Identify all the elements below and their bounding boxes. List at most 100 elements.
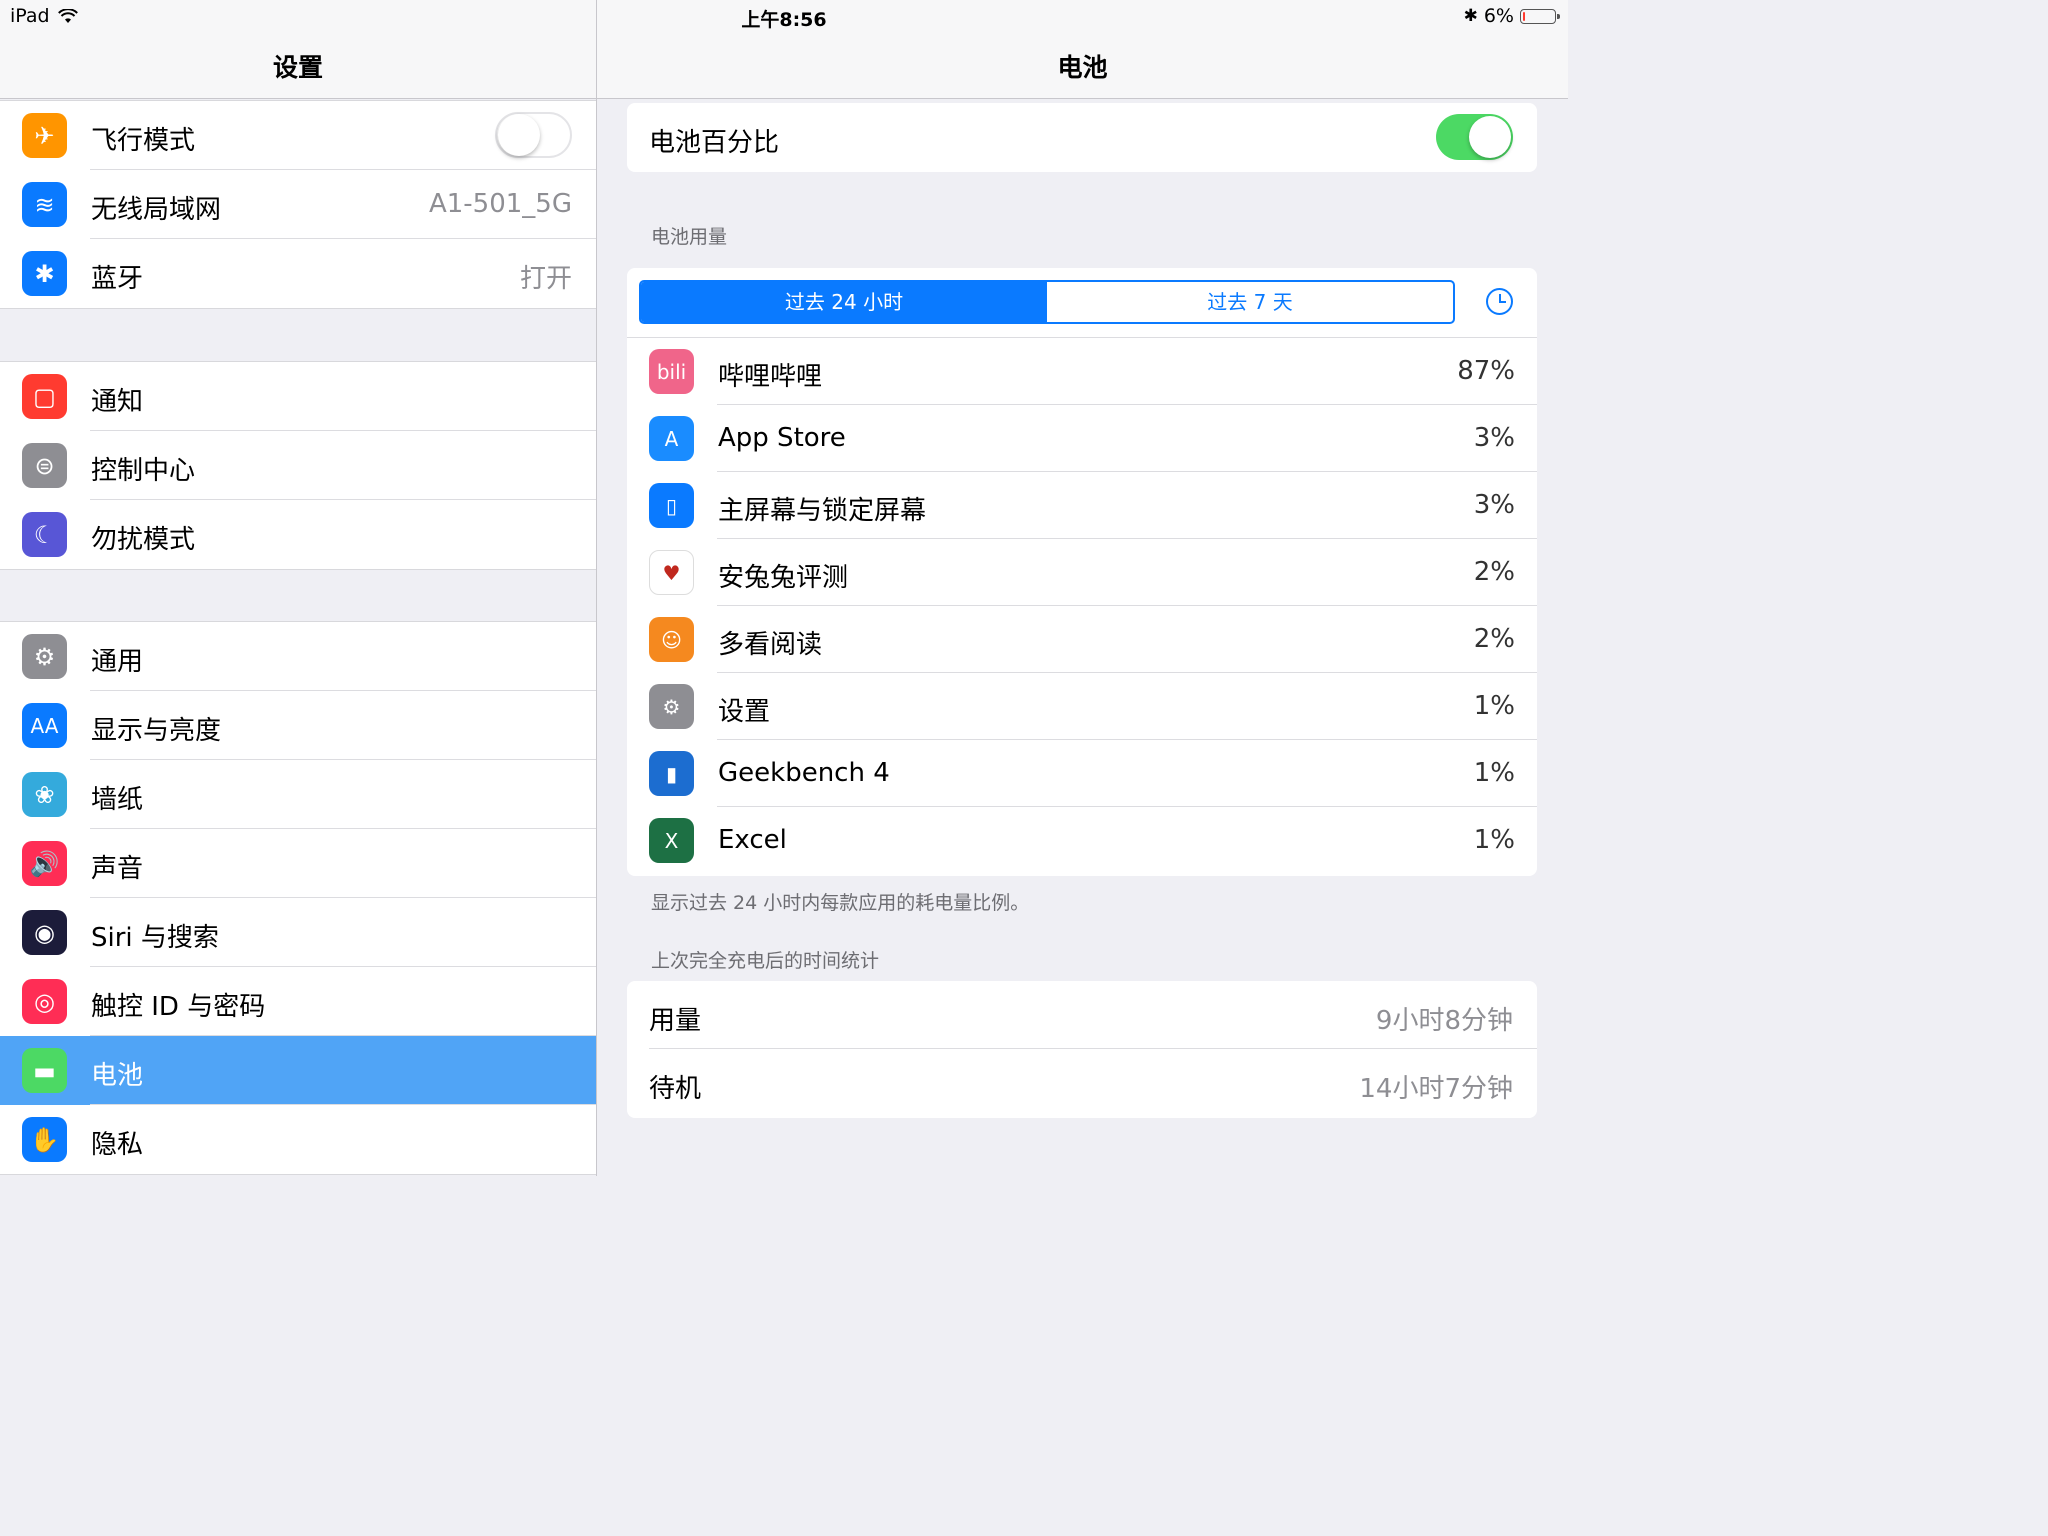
settings-row-fingerprint[interactable]: ◎ 触控 ID 与密码 [0,967,596,1036]
settings-row-label: 无线局域网 [91,195,222,225]
app-name: 主屏幕与锁定屏幕 [718,496,927,526]
settings-row-label: Siri 与搜索 [91,923,219,953]
since-charge-card: 用量 9小时8分钟待机 14小时7分钟 [627,981,1537,1118]
segment-last-7-days[interactable]: 过去 7 天 [1047,282,1453,322]
settings-row-label: 蓝牙 [91,264,144,294]
app-usage-row[interactable]: A App Store 3% [627,405,1537,472]
airplane-mode-toggle[interactable] [495,112,572,158]
notification-icon: ▢ [22,374,67,419]
app-usage-percent: 1% [1473,825,1515,855]
since-charge-row: 用量 9小时8分钟 [627,981,1537,1049]
usage-section-header: 电池用量 [651,226,728,248]
sound-icon: 🔊 [22,841,67,886]
battery-icon: ▬ [22,1048,67,1093]
since-charge-row: 待机 14小时7分钟 [627,1049,1537,1117]
app-usage-percent: 3% [1473,490,1515,520]
app-usage-percent: 3% [1473,423,1515,453]
battery-percentage-toggle[interactable] [1436,114,1513,160]
app-usage-row[interactable]: ♥ 安兔兔评测 2% [627,539,1537,606]
app-usage-row[interactable]: ☺ 多看阅读 2% [627,606,1537,673]
settings-row-wifi[interactable]: ≋ 无线局域网 A1-501_5G [0,170,596,239]
segment-last-24-hours[interactable]: 过去 24 小时 [641,282,1047,322]
bluetooth-status-icon: ✱ [1463,6,1478,26]
app-name: 哔哩哔哩 [718,362,823,392]
privacy-hand-icon: ✋ [22,1117,67,1162]
app-usage-row[interactable]: X Excel 1% [627,807,1537,874]
settings-row-display[interactable]: AA 显示与亮度 [0,691,596,760]
since-charge-stats: 用量 9小时8分钟待机 14小时7分钟 [627,981,1537,1117]
stat-label: 待机 [649,1074,702,1104]
settings-row-label: 控制中心 [91,456,196,486]
app-name: 安兔兔评测 [718,563,849,593]
status-time: 上午8:56 [741,9,827,31]
fingerprint-icon: ◎ [22,979,67,1024]
settings-icon: ⚙ [649,684,694,729]
settings-row-airplane[interactable]: ✈ 飞行模式 [0,101,596,170]
geekbench-icon: ▮ [649,751,694,796]
wifi-icon: ≋ [22,182,67,227]
settings-row-control-center[interactable]: ⊜ 控制中心 [0,431,596,500]
app-usage-row[interactable]: ▮ Geekbench 4 1% [627,740,1537,807]
settings-row-battery[interactable]: ▬ 电池 [0,1036,596,1105]
stat-label: 用量 [649,1006,702,1036]
settings-row-label: 电池 [91,1061,144,1091]
settings-group-notifications: ▢ 通知 ⊜ 控制中心 ☾ 勿扰模式 [0,361,596,570]
wallpaper-icon: ❀ [22,772,67,817]
home-lock-screen-icon: ▯ [649,483,694,528]
app-usage-percent: 87% [1457,356,1515,386]
usage-segment-row: 过去 24 小时 过去 7 天 [627,268,1537,338]
settings-row-siri[interactable]: ◉ Siri 与搜索 [0,898,596,967]
gear-icon: ⚙ [22,634,67,679]
app-name: Excel [718,825,787,855]
app-usage-row[interactable]: ▯ 主屏幕与锁定屏幕 3% [627,472,1537,539]
settings-row-label: 显示与亮度 [91,716,222,746]
battery-percentage-row: 电池百分比 [627,103,1537,172]
battery-percent-text: 6% [1483,5,1514,27]
settings-master-pane: 设置 ✈ 飞行模式 ≋ 无线局域网 A1-501_5G ✱ 蓝牙 打开 ▢ 通知 ⊜ 控制中心 ☾ 勿扰… [0,0,596,1176]
antutu-icon: ♥ [649,550,694,595]
app-usage-row[interactable]: bili 哔哩哔哩 87% [627,338,1537,405]
excel-icon: X [649,818,694,863]
settings-row-value: A1-501_5G [428,189,572,219]
settings-row-label: 触控 ID 与密码 [91,992,266,1022]
settings-row-notification[interactable]: ▢ 通知 [0,362,596,431]
settings-row-value: 打开 [519,264,572,294]
settings-row-bluetooth[interactable]: ✱ 蓝牙 打开 [0,239,596,308]
stat-value: 9小时8分钟 [1375,1006,1513,1036]
settings-row-wallpaper[interactable]: ❀ 墙纸 [0,760,596,829]
time-range-segmented-control: 过去 24 小时 过去 7 天 [639,280,1455,324]
clock-icon[interactable] [1486,288,1513,315]
control-center-icon: ⊜ [22,443,67,488]
battery-status-icon [1520,8,1560,24]
siri-icon: ◉ [22,910,67,955]
moon-icon: ☾ [22,512,67,557]
settings-row-label: 通用 [91,647,144,677]
app-name: 设置 [718,697,771,727]
settings-row-label: 勿扰模式 [91,525,196,555]
settings-group-general: ⚙ 通用 AA 显示与亮度 ❀ 墙纸 🔊 声音 ◉ Siri 与搜索 ◎ 触控 ID 与密码 ▬ 电池 ✋ 隐… [0,621,596,1175]
battery-detail-pane: 电池 电池百分比 电池用量 过去 24 小时 过去 7 天 bili 哔哩哔哩 87… [597,0,1568,1176]
settings-row-label: 隐私 [91,1130,144,1160]
settings-row-privacy-hand[interactable]: ✋ 隐私 [0,1105,596,1174]
app-usage-row[interactable]: ⚙ 设置 1% [627,673,1537,740]
battery-usage-card: 过去 24 小时 过去 7 天 bili 哔哩哔哩 87% A App Store 3% ▯… [627,268,1537,876]
since-charge-header: 上次完全充电后的时间统计 [651,950,880,972]
detail-title: 电池 [1057,53,1108,82]
app-usage-percent: 1% [1473,758,1515,788]
master-title: 设置 [272,53,323,82]
app-store-icon: A [649,416,694,461]
settings-row-moon[interactable]: ☾ 勿扰模式 [0,500,596,569]
battery-level-fill [1523,11,1525,21]
toggle-knob [498,114,540,156]
battery-percentage-card: 电池百分比 [627,103,1537,172]
settings-row-gear[interactable]: ⚙ 通用 [0,622,596,691]
usage-footnote: 显示过去 24 小时内每款应用的耗电量比例。 [651,892,1030,914]
display-icon: AA [22,703,67,748]
settings-row-sound[interactable]: 🔊 声音 [0,829,596,898]
app-usage-list: bili 哔哩哔哩 87% A App Store 3% ▯ 主屏幕与锁定屏幕 3% ♥ 安兔兔评测… [627,338,1537,874]
status-bar: iPad 上午8:56 ✱ 6% [0,0,1568,32]
app-name: 多看阅读 [718,630,823,660]
duokan-icon: ☺ [649,617,694,662]
app-usage-percent: 2% [1473,624,1515,654]
battery-percentage-label: 电池百分比 [649,128,780,158]
